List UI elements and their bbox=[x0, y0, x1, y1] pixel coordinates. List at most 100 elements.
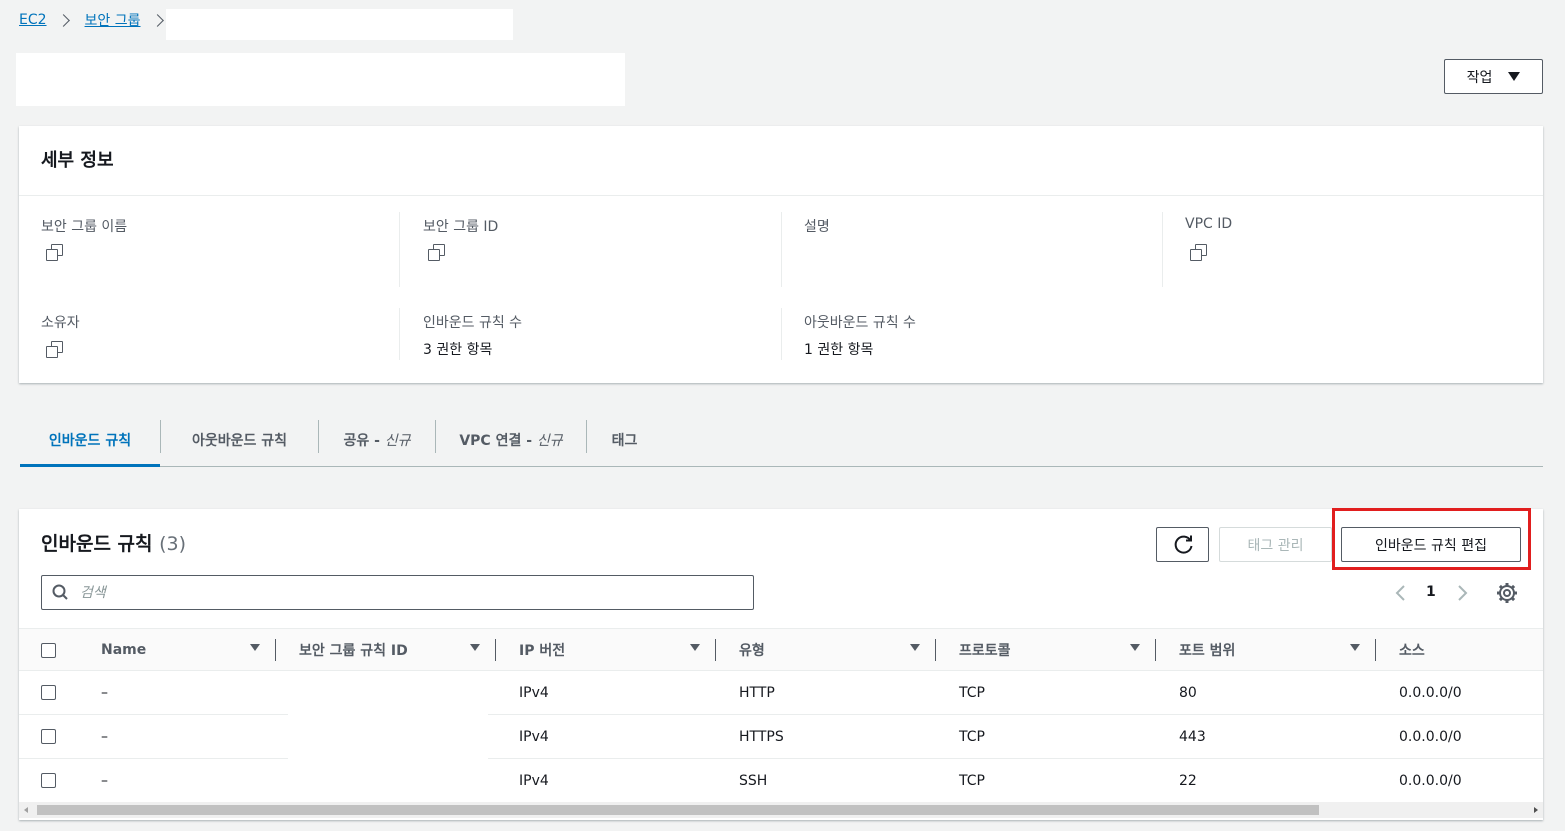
new-badge: 신규 bbox=[384, 432, 411, 449]
table-header: Name 보안 그룹 규칙 ID IP 버전 유형 프로토콜 포트 범위 소스 bbox=[19, 628, 1543, 671]
column-resizer[interactable] bbox=[275, 639, 276, 661]
inbound-count-label: 인바운드 규칙 수 bbox=[423, 315, 523, 331]
outbound-count-label: 아웃바운드 규칙 수 bbox=[804, 315, 916, 331]
select-all-checkbox[interactable] bbox=[41, 643, 56, 658]
chevron-right-icon[interactable] bbox=[1455, 584, 1469, 602]
cell-type: HTTP bbox=[739, 685, 775, 701]
cell-ip-version: IPv4 bbox=[519, 685, 549, 701]
column-header-port-range[interactable]: 포트 범위 bbox=[1179, 629, 1235, 670]
sort-icon[interactable] bbox=[250, 644, 260, 651]
scroll-left-icon[interactable] bbox=[24, 807, 28, 813]
tab-label: 공유 - bbox=[343, 432, 385, 449]
column-header-name[interactable]: Name bbox=[101, 629, 146, 670]
column-header-source[interactable]: 소스 bbox=[1399, 629, 1425, 670]
copy-icon[interactable] bbox=[46, 341, 63, 358]
cell-type: HTTPS bbox=[739, 729, 784, 745]
sort-icon[interactable] bbox=[690, 644, 700, 651]
table-row[interactable]: – IPv4 HTTPS TCP 443 0.0.0.0/0 bbox=[19, 715, 1543, 759]
sort-icon[interactable] bbox=[470, 644, 480, 651]
copy-icon[interactable] bbox=[46, 244, 63, 261]
edit-inbound-rules-button[interactable]: 인바운드 규칙 편집 bbox=[1341, 527, 1521, 562]
sort-icon[interactable] bbox=[910, 644, 920, 651]
column-header-protocol[interactable]: 프로토콜 bbox=[959, 629, 1011, 670]
divider bbox=[399, 308, 400, 360]
cell-ip-version: IPv4 bbox=[519, 773, 549, 789]
copy-icon[interactable] bbox=[428, 244, 445, 261]
new-badge: 신규 bbox=[536, 432, 563, 449]
chevron-left-icon[interactable] bbox=[1394, 584, 1408, 602]
details-panel: 세부 정보 보안 그룹 이름 보안 그룹 ID 설명 VPC ID 소유자 인바… bbox=[19, 126, 1543, 383]
manage-tags-button[interactable]: 태그 관리 bbox=[1219, 527, 1332, 562]
tab-tags[interactable]: 태그 bbox=[587, 413, 662, 466]
redacted-breadcrumb-item bbox=[166, 9, 513, 40]
column-header-rule-id[interactable]: 보안 그룹 규칙 ID bbox=[299, 629, 408, 670]
horizontal-scrollbar[interactable] bbox=[19, 802, 1543, 818]
tab-sharing[interactable]: 공유 - 신규 bbox=[319, 413, 435, 466]
vpc-id-label: VPC ID bbox=[1185, 216, 1233, 232]
column-header-ip-version[interactable]: IP 버전 bbox=[519, 629, 565, 670]
group-name-label: 보안 그룹 이름 bbox=[41, 219, 128, 235]
search-input[interactable] bbox=[80, 584, 730, 601]
row-checkbox[interactable] bbox=[41, 773, 56, 788]
tab-outbound-rules[interactable]: 아웃바운드 규칙 bbox=[161, 413, 318, 466]
refresh-icon bbox=[1174, 535, 1193, 554]
divider bbox=[781, 308, 782, 360]
copy-icon[interactable] bbox=[1190, 244, 1207, 261]
inbound-rules-title: 인바운드 규칙 (3) bbox=[41, 529, 186, 556]
tab-bar: 인바운드 규칙 아웃바운드 규칙 공유 - 신규 VPC 연결 - 신규 태그 bbox=[20, 413, 1543, 467]
caret-down-icon bbox=[1508, 72, 1521, 81]
column-resizer[interactable] bbox=[935, 639, 936, 661]
inbound-title-text: 인바운드 규칙 bbox=[41, 533, 153, 555]
scrollbar-thumb[interactable] bbox=[37, 805, 1319, 815]
scroll-right-icon[interactable] bbox=[1534, 807, 1538, 813]
divider bbox=[781, 212, 782, 287]
cell-ip-version: IPv4 bbox=[519, 729, 549, 745]
cell-protocol: TCP bbox=[959, 729, 985, 745]
chevron-right-icon bbox=[56, 13, 70, 27]
cell-port-range: 80 bbox=[1179, 685, 1197, 701]
column-resizer[interactable] bbox=[715, 639, 716, 661]
breadcrumb: EC2 보안 그룹 bbox=[19, 10, 179, 30]
tab-inbound-rules[interactable]: 인바운드 규칙 bbox=[20, 413, 160, 467]
sort-icon[interactable] bbox=[1130, 644, 1140, 651]
refresh-button[interactable] bbox=[1156, 527, 1209, 562]
chevron-right-icon bbox=[150, 13, 164, 27]
table-row[interactable]: – IPv4 HTTP TCP 80 0.0.0.0/0 bbox=[19, 671, 1543, 715]
tab-vpc-associations[interactable]: VPC 연결 - 신규 bbox=[436, 413, 586, 466]
table-row[interactable]: – IPv4 SSH TCP 22 0.0.0.0/0 bbox=[19, 759, 1543, 803]
gear-icon[interactable] bbox=[1496, 582, 1518, 604]
row-checkbox[interactable] bbox=[41, 685, 56, 700]
cell-name: – bbox=[101, 729, 108, 745]
row-checkbox[interactable] bbox=[41, 729, 56, 744]
sort-icon[interactable] bbox=[1350, 644, 1360, 651]
cell-type: SSH bbox=[739, 773, 768, 789]
breadcrumb-ec2-link[interactable]: EC2 bbox=[19, 12, 47, 28]
tab-label: 인바운드 규칙 bbox=[48, 432, 132, 449]
tab-label: 태그 bbox=[611, 432, 638, 449]
description-label: 설명 bbox=[804, 219, 830, 235]
group-id-label: 보안 그룹 ID bbox=[423, 219, 499, 235]
page-number[interactable]: 1 bbox=[1426, 584, 1436, 600]
column-resizer[interactable] bbox=[1375, 639, 1376, 661]
details-title: 세부 정보 bbox=[41, 150, 114, 171]
column-resizer[interactable] bbox=[495, 639, 496, 661]
column-header-type[interactable]: 유형 bbox=[739, 629, 765, 670]
divider bbox=[399, 212, 400, 287]
cell-port-range: 443 bbox=[1179, 729, 1206, 745]
search-icon bbox=[52, 584, 68, 600]
cell-port-range: 22 bbox=[1179, 773, 1197, 789]
column-resizer[interactable] bbox=[1155, 639, 1156, 661]
manage-tags-label: 태그 관리 bbox=[1247, 537, 1304, 554]
divider bbox=[1162, 212, 1163, 287]
cell-source: 0.0.0.0/0 bbox=[1399, 729, 1462, 745]
owner-label: 소유자 bbox=[41, 315, 80, 331]
search-field[interactable] bbox=[41, 575, 754, 610]
outbound-count-value: 1 권한 항목 bbox=[804, 342, 874, 358]
actions-dropdown-button[interactable]: 작업 bbox=[1444, 59, 1543, 94]
cell-name: – bbox=[101, 685, 108, 701]
tab-label: 아웃바운드 규칙 bbox=[191, 432, 288, 449]
breadcrumb-security-groups-link[interactable]: 보안 그룹 bbox=[85, 10, 141, 30]
cell-protocol: TCP bbox=[959, 773, 985, 789]
cell-name: – bbox=[101, 773, 108, 789]
inbound-rule-count: (3) bbox=[159, 533, 187, 555]
